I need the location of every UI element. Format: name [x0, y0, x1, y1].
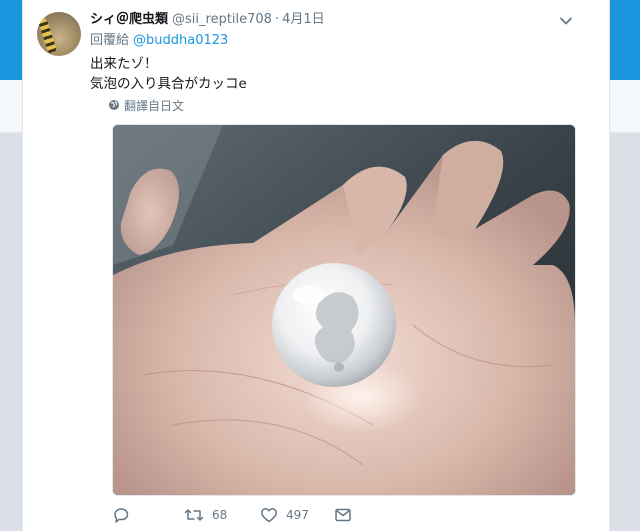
envelope-icon: [335, 508, 351, 522]
avatar[interactable]: [37, 12, 81, 56]
left-backdrop: [0, 133, 22, 531]
user-handle[interactable]: @sii_reptile708: [172, 12, 272, 27]
retweet-icon: [184, 509, 204, 521]
header-separator: ·: [274, 12, 280, 27]
tweet-text: 出来たゾ！ 気泡の入り具合がカッコe: [90, 54, 247, 94]
translate-label[interactable]: 翻譯自日文: [124, 99, 184, 113]
right-backdrop: [608, 133, 640, 531]
tweet-date[interactable]: 4月1日: [282, 12, 325, 27]
tweet-text-line: 気泡の入り具合がカッコe: [90, 76, 247, 92]
tweet-header: シィ＠爬虫類 @sii_reptile708 · 4月1日: [90, 10, 325, 30]
reply-prefix: 回覆給: [90, 33, 130, 48]
display-name[interactable]: シィ＠爬虫類: [90, 12, 168, 27]
photo-hand-holding-glass-sphere: [113, 125, 575, 495]
retweet-count: 68: [212, 508, 228, 522]
reply-icon: [114, 508, 129, 523]
like-count: 497: [286, 508, 309, 522]
globe-icon: [109, 100, 119, 110]
chevron-down-icon[interactable]: [557, 12, 575, 30]
translate-tweet-link[interactable]: 翻譯自日文: [109, 98, 184, 114]
reply-context: 回覆給 @buddha0123: [90, 32, 228, 50]
heart-icon: [261, 508, 277, 523]
tweet-actions: 68 497: [112, 505, 532, 527]
reply-to-link[interactable]: @buddha0123: [133, 33, 228, 48]
tweet-photo[interactable]: [112, 124, 576, 496]
tweet-text-line: 出来たゾ！: [90, 56, 158, 72]
